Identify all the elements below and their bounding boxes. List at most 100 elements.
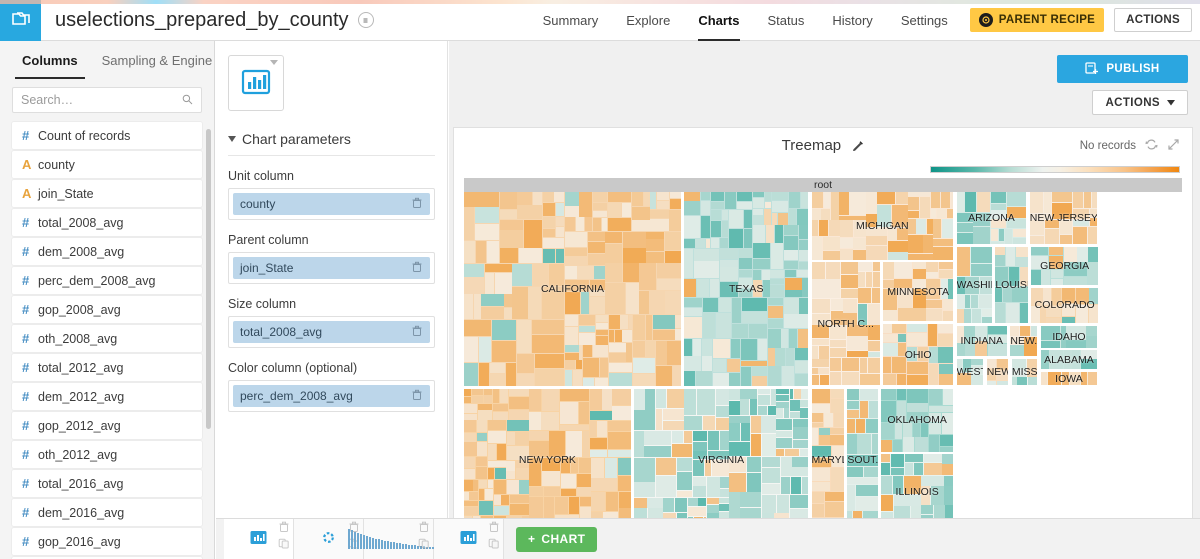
treemap-cell[interactable] (1019, 267, 1028, 286)
treemap-cell[interactable] (506, 479, 519, 495)
treemap-cell[interactable] (811, 467, 830, 482)
treemap-cell[interactable] (896, 373, 907, 386)
treemap-cell[interactable] (731, 338, 741, 358)
treemap-cell[interactable] (883, 289, 898, 310)
treemap-cell[interactable] (741, 423, 750, 442)
treemap-cell[interactable] (561, 488, 576, 496)
treemap-cell[interactable] (840, 248, 853, 260)
treemap-cell[interactable] (976, 192, 990, 213)
treemap-cell[interactable] (1006, 206, 1027, 219)
treemap-cell[interactable] (515, 431, 529, 445)
treemap-cell[interactable] (705, 238, 710, 248)
treemap-cell[interactable] (972, 309, 982, 324)
treemap-cell[interactable] (590, 450, 608, 457)
treemap-cell[interactable] (913, 289, 926, 308)
treemap-cell[interactable] (892, 323, 907, 333)
treemap-cell[interactable] (777, 495, 790, 513)
treemap-cell[interactable] (956, 325, 964, 344)
treemap-cell[interactable] (541, 412, 560, 431)
treemap-cell[interactable] (906, 333, 928, 346)
treemap-cell[interactable] (1030, 325, 1038, 337)
treemap-cell[interactable] (479, 488, 485, 501)
treemap-cell[interactable] (1045, 317, 1061, 324)
treemap-cell[interactable] (484, 488, 494, 501)
treemap-cell[interactable] (729, 401, 740, 416)
treemap-cell[interactable] (719, 504, 729, 512)
column-row[interactable]: Ajoin_State (12, 180, 202, 207)
treemap-cell[interactable] (763, 209, 772, 225)
treemap-cell[interactable] (583, 345, 593, 357)
treemap-cell[interactable] (784, 236, 799, 250)
treemap-cell[interactable] (1047, 371, 1061, 386)
treemap-cell[interactable] (811, 359, 830, 367)
treemap-cell[interactable] (588, 241, 605, 254)
treemap-cell[interactable] (830, 434, 844, 446)
treemap-cell[interactable] (971, 366, 984, 374)
treemap-cell[interactable] (916, 219, 927, 235)
treemap-cell[interactable] (684, 356, 702, 371)
treemap-cell[interactable] (464, 414, 478, 420)
treemap-cell[interactable] (464, 362, 479, 386)
treemap-cell[interactable] (488, 420, 506, 431)
treemap-cell[interactable] (729, 492, 740, 519)
treemap-cell[interactable] (800, 399, 809, 408)
treemap-cell[interactable] (895, 422, 903, 439)
treemap-cell[interactable] (1049, 350, 1064, 369)
treemap-cell[interactable] (504, 294, 512, 307)
treemap-cell[interactable] (675, 329, 681, 340)
treemap-cell[interactable] (811, 262, 825, 279)
treemap-cell[interactable] (741, 361, 767, 367)
treemap-cell[interactable] (529, 441, 549, 457)
treemap-cell[interactable] (980, 276, 992, 295)
treemap-cell[interactable] (591, 492, 606, 512)
treemap-cell[interactable] (752, 209, 764, 215)
treemap-cell[interactable] (579, 496, 591, 506)
treemap-cell[interactable] (584, 217, 593, 232)
treemap-cell[interactable] (512, 286, 528, 320)
treemap-cell[interactable] (752, 376, 767, 386)
treemap-cell[interactable] (770, 279, 785, 285)
treemap-cell[interactable] (549, 430, 565, 457)
treemap-cell[interactable] (506, 471, 516, 479)
treemap-cell[interactable] (477, 420, 488, 433)
treemap-cell[interactable] (818, 367, 830, 375)
treemap-cell[interactable] (565, 247, 588, 257)
treemap-cell[interactable] (784, 260, 798, 269)
treemap-cell[interactable] (811, 504, 824, 517)
treemap-cell[interactable] (492, 389, 500, 404)
treemap-cell[interactable] (942, 389, 954, 406)
treemap-cell[interactable] (800, 408, 809, 419)
treemap-cell[interactable] (883, 262, 894, 279)
treemap-cell[interactable] (811, 413, 823, 422)
treemap-cell[interactable] (499, 389, 508, 404)
treemap-cell[interactable] (995, 255, 1006, 267)
treemap-cell[interactable] (943, 311, 954, 321)
add-chart-button[interactable]: + CHART (516, 526, 598, 552)
treemap-cell[interactable] (693, 261, 720, 279)
treemap-cell[interactable] (776, 408, 784, 419)
treemap-cell[interactable] (856, 496, 878, 511)
treemap-cell[interactable] (650, 209, 669, 218)
treemap-cell[interactable] (706, 497, 719, 505)
treemap-cell[interactable] (792, 456, 809, 467)
treemap-cell[interactable] (669, 198, 681, 209)
treemap-cell[interactable] (941, 413, 954, 435)
treemap-cell[interactable] (940, 192, 951, 209)
treemap-cell[interactable] (639, 290, 649, 314)
treemap-cell[interactable] (964, 325, 975, 344)
treemap-cell[interactable] (811, 367, 818, 375)
treemap-cell[interactable] (516, 468, 529, 479)
treemap-cell[interactable] (761, 483, 780, 495)
treemap-cell[interactable] (741, 366, 752, 386)
treemap-cell[interactable] (604, 457, 618, 478)
treemap-cell[interactable] (829, 220, 840, 236)
treemap-cell[interactable] (942, 454, 954, 464)
treemap-cell[interactable] (556, 217, 565, 226)
treemap-cell[interactable] (924, 462, 942, 476)
treemap-cell[interactable] (956, 295, 965, 309)
treemap-cell[interactable] (672, 366, 681, 386)
treemap-cell[interactable] (496, 443, 506, 460)
treemap-cell[interactable] (718, 297, 732, 313)
treemap-cell[interactable] (783, 314, 809, 328)
treemap-cell[interactable] (644, 430, 671, 445)
